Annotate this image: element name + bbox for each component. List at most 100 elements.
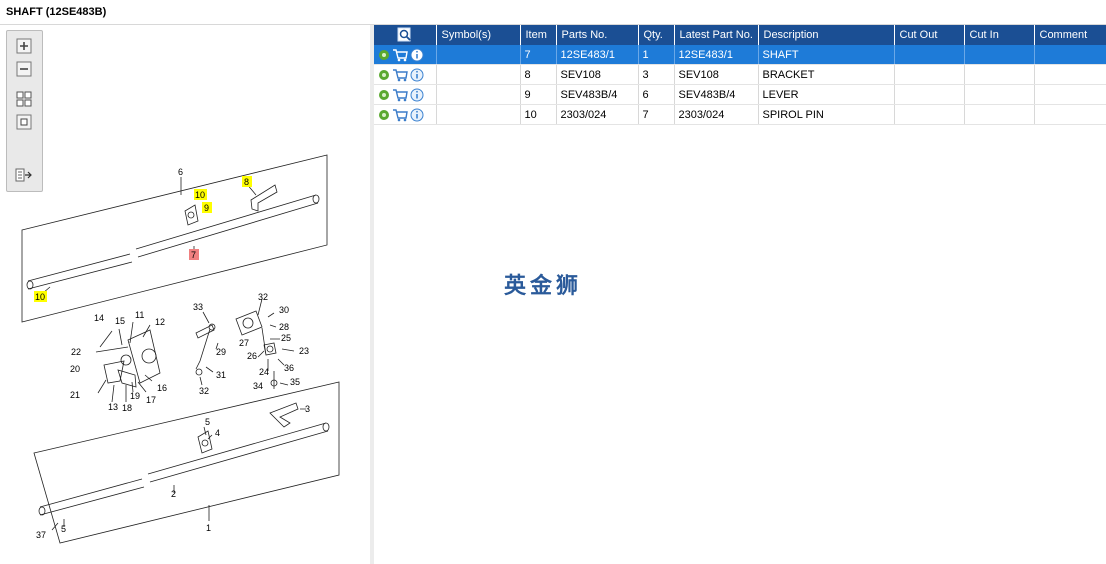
callout-9: 9 (204, 203, 209, 213)
callout-32a: 32 (258, 292, 268, 302)
callout-4: 4 (215, 428, 220, 438)
column-header-qty[interactable]: Qty. (638, 25, 675, 45)
cell-cut-out (894, 104, 965, 125)
cell-cut-in (964, 84, 1035, 105)
parts-grid-pane: Symbol(s) Item Parts No. Qty. Latest Par… (374, 25, 1106, 564)
cell-comment (1034, 104, 1106, 125)
cell-cut-in (964, 45, 1035, 65)
table-row[interactable]: 10 2303/024 7 2303/024 SPIROL PIN (374, 104, 1106, 125)
cell-item: 7 (520, 45, 557, 65)
callout-6: 6 (178, 167, 183, 177)
cart-icon[interactable] (392, 48, 408, 62)
export-list-icon (15, 168, 32, 182)
cell-latest-part-no: SEV108 (674, 64, 759, 85)
cart-icon[interactable] (392, 68, 408, 82)
gear-icon[interactable] (378, 89, 390, 101)
column-header-icons[interactable] (374, 25, 437, 45)
column-header-comment[interactable]: Comment (1034, 25, 1106, 45)
cell-description: SHAFT (758, 45, 895, 65)
callout-26: 26 (247, 351, 257, 361)
diagram-pane[interactable]: 6 8 10 9 7 10 14 15 11 12 22 20 21 13 18… (0, 25, 370, 564)
callout-8: 8 (244, 177, 249, 187)
cell-description: SPIROL PIN (758, 104, 895, 125)
cell-item: 10 (520, 104, 557, 125)
callout-30: 30 (279, 305, 289, 315)
exploded-diagram[interactable]: 6 8 10 9 7 10 14 15 11 12 22 20 21 13 18… (0, 25, 370, 564)
column-header-latest-part-no[interactable]: Latest Part No. (674, 25, 759, 45)
callout-3: 3 (305, 404, 310, 414)
callout-17: 17 (146, 395, 156, 405)
cell-parts-no: 2303/024 (556, 104, 639, 125)
cell-symbol (436, 84, 521, 105)
gear-icon[interactable] (378, 49, 390, 61)
cell-symbol (436, 104, 521, 125)
cart-icon[interactable] (392, 88, 408, 102)
upper-panel-outline (21, 154, 328, 323)
page-title: SHAFT (12SE483B) (6, 6, 107, 18)
info-icon[interactable] (410, 48, 424, 62)
table-row[interactable]: 8 SEV108 3 SEV108 BRACKET (374, 64, 1106, 85)
callout-25: 25 (281, 333, 291, 343)
row-actions (374, 64, 437, 85)
callout-29: 29 (216, 347, 226, 357)
cell-parts-no: SEV483B/4 (556, 84, 639, 105)
fit-all-icon (16, 91, 32, 107)
info-icon[interactable] (410, 108, 424, 122)
column-header-cut-out[interactable]: Cut Out (894, 25, 965, 45)
zoom-out-button[interactable] (15, 60, 33, 78)
callout-32b: 32 (199, 386, 209, 396)
callout-36: 36 (284, 363, 294, 373)
cell-description: LEVER (758, 84, 895, 105)
zoom-toolbox (6, 30, 43, 192)
zoom-in-button[interactable] (15, 37, 33, 55)
callout-12: 12 (155, 317, 165, 327)
cell-parts-no: 12SE483/1 (556, 45, 639, 65)
cell-cut-out (894, 64, 965, 85)
cell-cut-in (964, 64, 1035, 85)
callout-14: 14 (94, 313, 104, 323)
fit-all-button[interactable] (15, 90, 33, 108)
callout-24: 24 (259, 367, 269, 377)
gear-icon[interactable] (378, 109, 390, 121)
table-header: Symbol(s) Item Parts No. Qty. Latest Par… (374, 25, 1106, 45)
table-row[interactable]: 9 SEV483B/4 6 SEV483B/4 LEVER (374, 84, 1106, 105)
table-row[interactable]: 7 12SE483/1 1 12SE483/1 SHAFT (374, 45, 1106, 65)
callout-35: 35 (290, 377, 300, 387)
cell-comment (1034, 64, 1106, 85)
column-header-item[interactable]: Item (520, 25, 557, 45)
callout-10a: 10 (195, 190, 205, 200)
row-actions (374, 84, 437, 105)
cell-symbol (436, 45, 521, 65)
lower-shaft (39, 422, 329, 516)
actual-size-button[interactable] (15, 113, 33, 131)
info-icon[interactable] (410, 68, 424, 82)
callout-18: 18 (122, 403, 132, 413)
parts-table: Symbol(s) Item Parts No. Qty. Latest Par… (374, 25, 1106, 125)
cell-item: 9 (520, 84, 557, 105)
title-bar: SHAFT (12SE483B) (0, 0, 1106, 25)
column-header-description[interactable]: Description (758, 25, 895, 45)
cell-latest-part-no: 2303/024 (674, 104, 759, 125)
info-icon[interactable] (410, 88, 424, 102)
cart-icon[interactable] (392, 108, 408, 122)
row-actions (374, 104, 437, 125)
search-parts-icon[interactable] (396, 27, 414, 43)
callout-11: 11 (135, 310, 144, 320)
column-header-parts-no[interactable]: Parts No. (556, 25, 639, 45)
callout-31: 31 (216, 370, 226, 380)
callout-23: 23 (299, 346, 309, 356)
watermark-text: 英金狮 (504, 274, 583, 299)
callout-7: 7 (191, 250, 196, 260)
column-header-symbol[interactable]: Symbol(s) (436, 25, 521, 45)
callout-34: 34 (253, 381, 263, 391)
gear-icon[interactable] (378, 69, 390, 81)
callout-28: 28 (279, 322, 289, 332)
cell-cut-out (894, 45, 965, 65)
cell-item: 8 (520, 64, 557, 85)
zoom-out-icon (16, 61, 32, 77)
export-list-button[interactable] (15, 166, 33, 184)
column-header-cut-in[interactable]: Cut In (964, 25, 1035, 45)
cell-qty: 3 (638, 64, 675, 85)
cell-parts-no: SEV108 (556, 64, 639, 85)
callout-5b: 5 (61, 524, 66, 534)
